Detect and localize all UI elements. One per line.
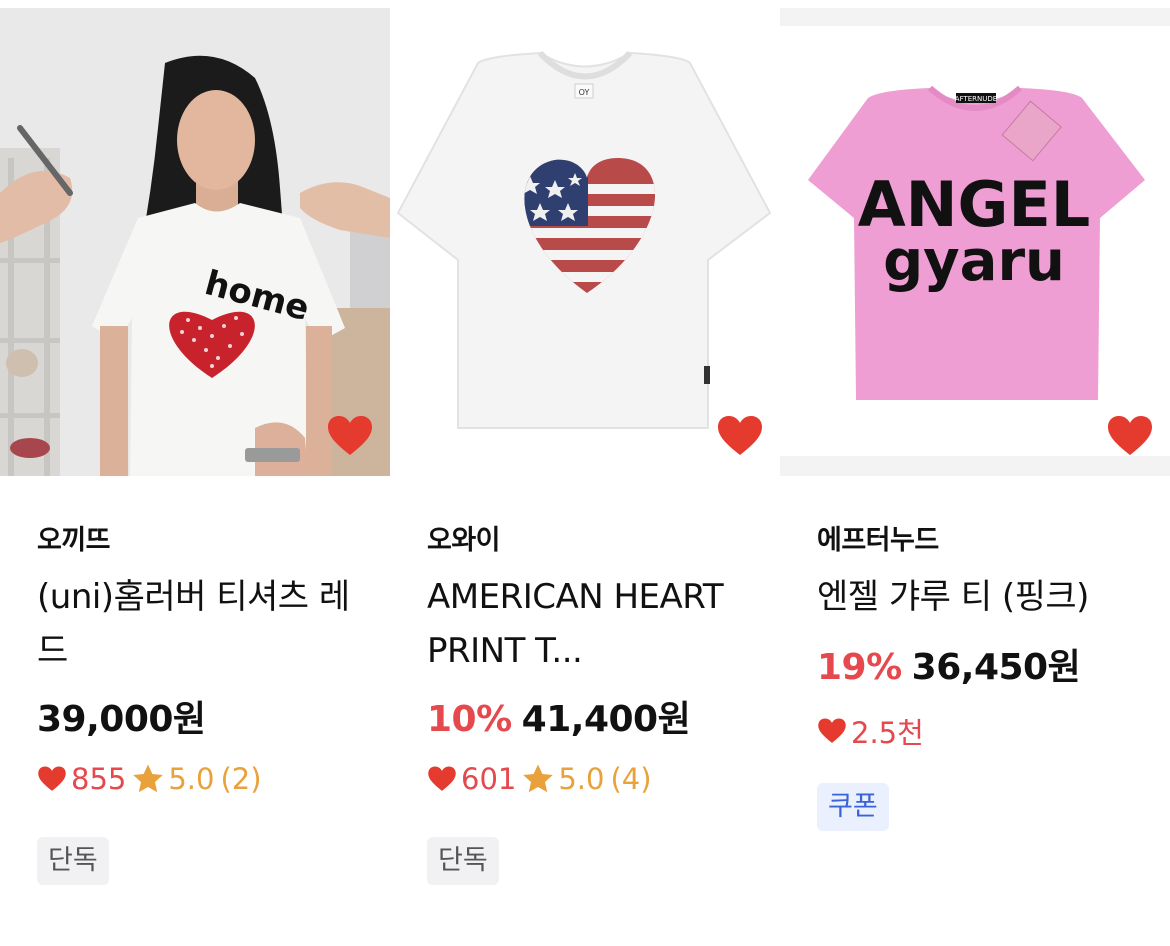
heart-icon	[328, 416, 372, 455]
price: 36,450원	[911, 647, 1081, 688]
like-button[interactable]	[1106, 414, 1154, 458]
review-count: (2)	[220, 762, 262, 796]
product-name[interactable]: (uni)홈러버 티셔츠 레드	[37, 570, 367, 678]
like-button[interactable]	[716, 414, 764, 458]
tshirt-photo: AFTERNUDE ANGEL gyaru	[780, 8, 1170, 476]
tshirt-photo: OY	[390, 8, 780, 476]
star-icon	[133, 764, 164, 793]
brand-tag-text: AFTERNUDE	[955, 95, 997, 103]
shirt-print-line2: gyaru	[883, 229, 1065, 294]
discount-rate: 19%	[817, 647, 902, 688]
price-row: 19% 36,450원	[817, 638, 1081, 690]
like-button[interactable]	[326, 414, 374, 458]
price: 41,400원	[521, 699, 691, 740]
heart-icon	[818, 718, 846, 743]
heart-icon	[38, 766, 66, 791]
rating: 5.0	[558, 762, 605, 796]
model-photo: home	[0, 8, 390, 476]
brand-name[interactable]: 에프터누드	[817, 518, 939, 557]
product-image[interactable]: AFTERNUDE ANGEL gyaru	[780, 8, 1170, 476]
brand-name[interactable]: 오와이	[427, 518, 501, 557]
product-card[interactable]: home 오끼뜨 (uni)홈러버 티셔츠 레드 39,000원 855 5.0…	[0, 0, 390, 946]
price-row: 39,000원	[37, 690, 206, 742]
exclusive-badge: 단독	[427, 837, 499, 885]
product-name[interactable]: 엔젤 갸루 티 (핑크)	[817, 570, 1147, 624]
brand-name[interactable]: 오끼뜨	[37, 518, 111, 557]
product-name[interactable]: AMERICAN HEART PRINT T...	[427, 570, 757, 678]
stats-row: 2.5천	[817, 710, 924, 752]
coupon-badge: 쿠폰	[817, 783, 889, 831]
shirt-label-text: OY	[579, 88, 590, 97]
product-grid: home 오끼뜨 (uni)홈러버 티셔츠 레드 39,000원 855 5.0…	[0, 0, 1170, 946]
product-card[interactable]: OY 오와이 AMERICAN HEART PRINT T... 10% 41,…	[390, 0, 780, 946]
product-image[interactable]: OY	[390, 8, 780, 476]
heart-icon	[718, 416, 762, 455]
exclusive-badge: 단독	[37, 837, 109, 885]
price: 39,000원	[37, 699, 206, 740]
stats-row: 855 5.0 (2)	[37, 762, 262, 796]
like-count: 601	[461, 762, 517, 796]
review-count: (4)	[610, 762, 652, 796]
star-icon	[523, 764, 554, 793]
price-row: 10% 41,400원	[427, 690, 691, 742]
like-count: 855	[71, 762, 127, 796]
heart-icon	[1108, 416, 1152, 455]
like-count: 2.5천	[851, 716, 924, 750]
product-card[interactable]: AFTERNUDE ANGEL gyaru 에프터누드 엔젤 갸루 티 (핑크)…	[780, 0, 1170, 946]
stats-row: 601 5.0 (4)	[427, 762, 652, 796]
discount-rate: 10%	[427, 699, 512, 740]
product-image[interactable]: home	[0, 8, 390, 476]
heart-icon	[428, 766, 456, 791]
rating: 5.0	[168, 762, 215, 796]
